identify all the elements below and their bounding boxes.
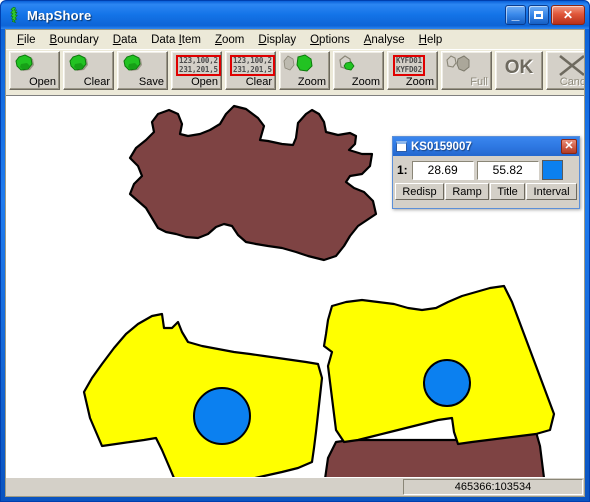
dialog-button-row: Redisp Ramp Title Interval — [393, 182, 579, 200]
menu-data-item[interactable]: Data Item — [144, 32, 208, 48]
document-icon — [396, 141, 407, 152]
data-clear-icon: 123,100,2 231,201,5 — [230, 55, 275, 76]
menu-file[interactable]: File — [10, 32, 43, 48]
dialog-title: KS0159007 — [411, 140, 472, 153]
zoom-full-button: Full — [441, 51, 492, 90]
window-controls: _ ✕ — [505, 5, 585, 25]
maximize-icon[interactable] — [528, 5, 549, 25]
window-title: MapShore — [27, 7, 92, 23]
cancel-button: Cancel — [546, 51, 585, 90]
title-button[interactable]: Title — [490, 183, 526, 200]
data-item-dialog[interactable]: KS0159007 ✕ 1: 28.69 55.82 Redisp Ramp T… — [392, 136, 580, 209]
region-marker-west[interactable] — [193, 387, 251, 445]
boundary-open-button[interactable]: Open — [9, 51, 60, 90]
menu-zoom[interactable]: Zoom — [208, 32, 251, 48]
ramp-button[interactable]: Ramp — [444, 183, 490, 200]
toolbar-label: Open — [191, 76, 218, 88]
menu-options[interactable]: Options — [303, 32, 357, 48]
toolbar-label: Open — [29, 76, 56, 88]
dialog-value-row: 1: 28.69 55.82 — [393, 156, 579, 182]
region-marker-east[interactable] — [423, 359, 471, 407]
minimize-icon[interactable]: _ — [505, 5, 526, 25]
interval-index-label: 1: — [397, 163, 408, 177]
map-outline-icon — [6, 6, 24, 24]
toolbar-label: Clear — [245, 76, 272, 88]
toolbar-label: Zoom — [405, 76, 434, 88]
toolbar-label: Cancel — [559, 76, 585, 88]
boundary-clear-button[interactable]: Clear — [63, 51, 114, 90]
toolbar: Open Clear Save 123,100,2 231,201,5 Open… — [6, 49, 584, 94]
menu-boundary[interactable]: Boundary — [43, 32, 106, 48]
toolbar-label: Zoom — [297, 76, 326, 88]
ok-icon: OK — [504, 57, 534, 78]
zoom-boundary-button[interactable]: Zoom — [279, 51, 330, 90]
close-icon[interactable]: ✕ — [561, 139, 577, 154]
application-window: MapShore _ ✕ File Boundary Data Data Ite… — [0, 0, 590, 502]
data-open-icon: 123,100,2 231,201,5 — [176, 55, 221, 76]
data-open-button[interactable]: 123,100,2 231,201,5 Open — [171, 51, 222, 90]
coordinate-readout: 465366:103534 — [403, 479, 583, 495]
menu-display[interactable]: Display — [251, 32, 303, 48]
client-area: File Boundary Data Data Item Zoom Displa… — [5, 29, 585, 497]
code-line: KYFD02 — [396, 64, 422, 74]
map-canvas[interactable]: KS0159007 ✕ 1: 28.69 55.82 Redisp Ramp T… — [6, 95, 584, 478]
zoom-region-button[interactable]: Zoom — [333, 51, 384, 90]
code-line: 231,201,5 — [179, 64, 218, 74]
toolbar-label: Zoom — [351, 76, 380, 88]
code-line: 231,201,5 — [233, 64, 272, 74]
title-bar[interactable]: MapShore _ ✕ — [1, 1, 589, 29]
interval-color-swatch[interactable] — [541, 160, 563, 180]
interval-low-input[interactable]: 28.69 — [411, 160, 474, 180]
dialog-title-bar[interactable]: KS0159007 ✕ — [393, 137, 579, 156]
menu-help[interactable]: Help — [412, 32, 450, 48]
menu-data[interactable]: Data — [106, 32, 144, 48]
menu-analyse[interactable]: Analyse — [357, 32, 412, 48]
interval-high-input[interactable]: 55.82 — [476, 160, 539, 180]
status-bar: 465366:103534 — [6, 477, 584, 496]
toolbar-label: Clear — [83, 76, 110, 88]
boundary-save-button[interactable]: Save — [117, 51, 168, 90]
ok-button[interactable]: OK OK — [495, 51, 543, 90]
redisp-button[interactable]: Redisp — [395, 183, 444, 200]
toolbar-label: Full — [470, 76, 488, 88]
zoom-dataitem-icon: KYFD01 KYFD02 — [393, 55, 425, 76]
close-icon[interactable]: ✕ — [551, 5, 585, 25]
menu-bar: File Boundary Data Data Item Zoom Displa… — [6, 30, 584, 49]
toolbar-label: Save — [138, 76, 164, 88]
zoom-dataitem-button[interactable]: KYFD01 KYFD02 Zoom — [387, 51, 438, 90]
interval-button[interactable]: Interval — [526, 183, 577, 200]
data-clear-button[interactable]: 123,100,2 231,201,5 Clear — [225, 51, 276, 90]
